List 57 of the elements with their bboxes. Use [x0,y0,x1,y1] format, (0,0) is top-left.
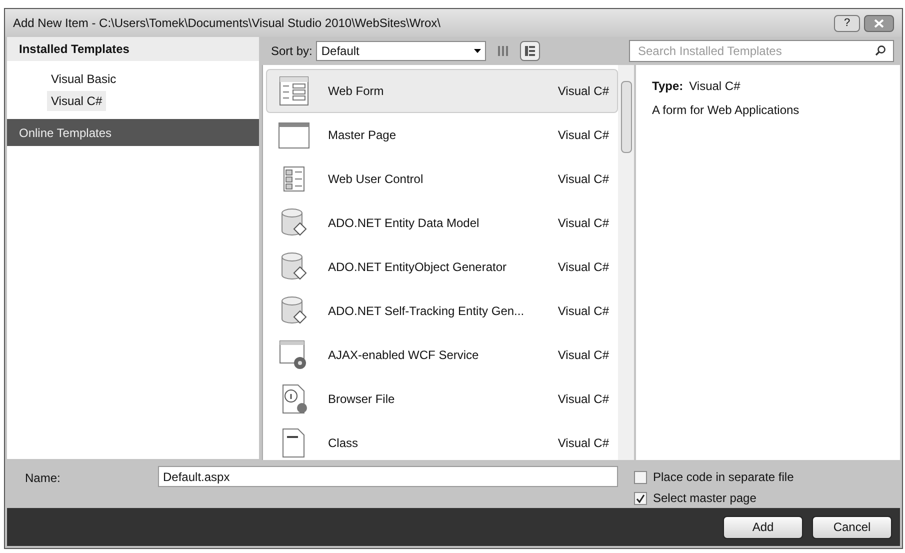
search-field[interactable]: Search Installed Templates [629,40,894,62]
close-icon [874,18,884,28]
template-name: ADO.NET EntityObject Generator [328,259,508,276]
template-item[interactable]: ADO.NET Entity Data Model Visual C# [266,201,618,245]
checkbox[interactable] [634,470,647,484]
dialog-button[interactable]: Cancel [812,516,892,538]
checkbox-label: Place code in separate file [653,469,794,486]
search-icon [875,45,886,56]
template-item[interactable]: AJAX-enabled WCF Service Visual C# [266,333,618,377]
close-button[interactable] [864,14,894,32]
template-language: Visual C# [558,83,609,100]
sidebar-item[interactable]: Visual C# [47,91,106,111]
template-item[interactable]: Web User Control Visual C# [266,157,618,201]
sidebar-item[interactable]: Online Templates [7,119,259,146]
template-item[interactable]: Browser File Visual C# [266,377,618,421]
template-name: Master Page [328,127,398,144]
template-item[interactable]: Web Form Visual C# [266,69,618,113]
sidebar-heading: Installed Templates [7,37,259,61]
type-value: Visual C# [689,78,740,95]
template-name: Class [328,435,360,452]
checkbox[interactable] [634,492,647,504]
template-name: AJAX-enabled WCF Service [328,347,480,364]
template-name: Web Form [328,83,385,100]
template-language: Visual C# [558,171,609,188]
template-item[interactable]: ADO.NET Self-Tracking Entity Gen... Visual C# [266,289,618,333]
template-name: ADO.NET Entity Data Model [328,215,480,232]
type-label: Type: [652,78,684,95]
view-toggle[interactable] [520,41,540,61]
sidebar-item[interactable]: Visual Basic [47,69,120,89]
template-name: Web User Control [328,171,424,188]
template-language: Visual C# [558,127,609,144]
template-name: Browser File [328,391,396,408]
help-button[interactable]: ? [834,14,860,32]
template-language: Visual C# [558,391,609,408]
template-language: Visual C# [558,347,609,364]
window-title: Add New Item - C:\Users\Tomek\Documents\Visual Studio 2010\WebSites\Wrox\ [13,15,442,32]
template-language: Visual C# [558,259,609,276]
template-item[interactable]: Class Visual C# [266,421,618,460]
description-text: A form for Web Applications [652,102,800,119]
form-icon [278,75,310,107]
template-item[interactable]: Master Page Visual C# [266,113,618,157]
name-field[interactable]: Default.aspx [158,466,618,487]
name-label: Name: [25,470,62,487]
template-language: Visual C# [558,303,609,320]
caret-icon [474,49,482,53]
sort-dropdown[interactable]: Default [316,41,486,61]
template-item[interactable]: ADO.NET EntityObject Generator Visual C# [266,245,618,289]
grid-icon [497,45,510,57]
list-icon [524,45,536,57]
checkbox-label: Select master page [653,490,756,507]
sort-label: Sort by: [271,43,312,60]
dialog-button[interactable]: Add [723,516,803,538]
check-icon [636,494,645,502]
scrollbar-thumb [620,81,632,153]
template-language: Visual C# [558,435,609,452]
template-language: Visual C# [558,215,609,232]
template-name: ADO.NET Self-Tracking Entity Gen... [328,303,526,320]
